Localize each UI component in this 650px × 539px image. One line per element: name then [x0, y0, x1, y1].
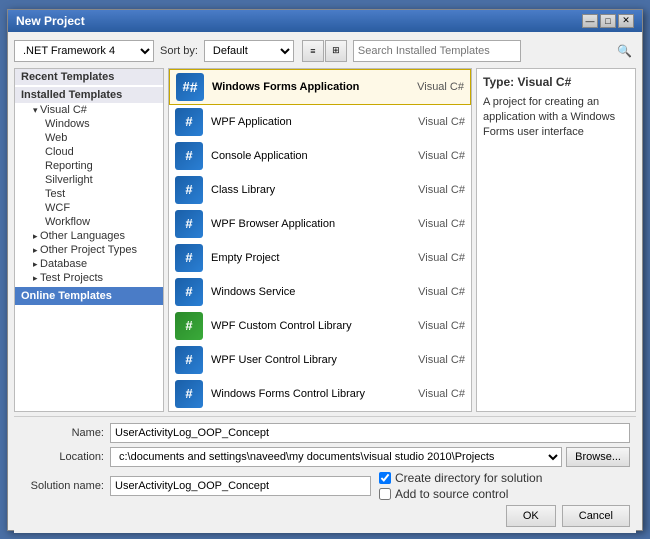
tree-visual-csharp[interactable]: Visual C#	[15, 103, 163, 117]
framework-select[interactable]: .NET Framework 4	[14, 40, 154, 62]
recent-templates-header: Recent Templates	[15, 69, 163, 85]
add-source-checkbox[interactable]	[379, 488, 391, 500]
project-lang: Visual C#	[418, 354, 465, 366]
create-dir-row: Create directory for solution	[379, 471, 630, 485]
project-lang: Visual C#	[418, 320, 465, 332]
add-source-row: Add to source control	[379, 487, 630, 501]
ok-button[interactable]: OK	[506, 505, 556, 527]
tree-silverlight[interactable]: Silverlight	[15, 173, 163, 187]
tree-cloud[interactable]: Cloud	[15, 145, 163, 159]
installed-templates-header: Installed Templates	[15, 87, 163, 103]
center-panel: # Windows Forms Application Visual C# # …	[168, 68, 472, 412]
solution-label: Solution name:	[20, 480, 110, 492]
dialog-body: .NET Framework 4 Sort by: Default ≡ ⊞ 🔍 …	[8, 32, 642, 539]
list-item[interactable]: # Console Application Visual C#	[169, 139, 471, 173]
list-item[interactable]: # WPF User Control Library Visual C#	[169, 343, 471, 377]
type-description: A project for creating an application wi…	[483, 95, 629, 141]
create-dir-label: Create directory for solution	[395, 471, 542, 485]
list-view-button[interactable]: ≡	[302, 40, 324, 62]
project-name: Windows Forms Control Library	[211, 388, 418, 400]
location-label: Location:	[20, 451, 110, 463]
checkbox-area: Create directory for solution Add to sou…	[371, 471, 630, 501]
list-item[interactable]: # Empty Project Visual C#	[169, 241, 471, 275]
project-lang: Visual C#	[418, 116, 465, 128]
top-bar: .NET Framework 4 Sort by: Default ≡ ⊞ 🔍	[14, 38, 636, 64]
close-button[interactable]: ✕	[618, 14, 634, 28]
list-item[interactable]: # Class Library Visual C#	[169, 173, 471, 207]
solution-row: Solution name: Create directory for solu…	[20, 471, 630, 501]
project-lang: Visual C#	[418, 286, 465, 298]
project-name: WPF User Control Library	[211, 354, 418, 366]
project-lang: Visual C#	[418, 388, 465, 400]
title-bar-buttons: — □ ✕	[582, 14, 634, 28]
project-name: Windows Service	[211, 286, 418, 298]
tree-web[interactable]: Web	[15, 131, 163, 145]
view-buttons: ≡ ⊞	[302, 40, 347, 62]
add-source-label: Add to source control	[395, 487, 508, 501]
maximize-button[interactable]: □	[600, 14, 616, 28]
project-name: WPF Custom Control Library	[211, 320, 418, 332]
list-item[interactable]: # WPF Browser Application Visual C#	[169, 207, 471, 241]
project-name: Windows Forms Application	[212, 81, 417, 93]
tree-test[interactable]: Test	[15, 187, 163, 201]
location-row: Location: c:\documents and settings\nave…	[20, 447, 630, 467]
minimize-button[interactable]: —	[582, 14, 598, 28]
solution-input[interactable]	[110, 476, 371, 496]
tree-test-projects[interactable]: Test Projects	[15, 271, 163, 285]
project-lang: Visual C#	[418, 150, 465, 162]
left-panel: Recent Templates Installed Templates Vis…	[14, 68, 164, 412]
project-name: Console Application	[211, 150, 418, 162]
sort-select[interactable]: Default	[204, 40, 294, 62]
create-dir-checkbox[interactable]	[379, 472, 391, 484]
button-row: OK Cancel	[20, 505, 630, 527]
project-name: Class Library	[211, 184, 418, 196]
type-label: Type: Visual C#	[483, 75, 629, 89]
name-label: Name:	[20, 427, 110, 439]
right-panel: Type: Visual C# A project for creating a…	[476, 68, 636, 412]
list-item[interactable]: # WPF Custom Control Library Visual C#	[169, 309, 471, 343]
tree-database[interactable]: Database	[15, 257, 163, 271]
project-lang: Visual C#	[418, 184, 465, 196]
title-bar: New Project — □ ✕	[8, 10, 642, 32]
location-input-group: c:\documents and settings\naveed\my docu…	[110, 447, 630, 467]
new-project-dialog: New Project — □ ✕ .NET Framework 4 Sort …	[7, 9, 643, 531]
list-item[interactable]: # Windows Service Visual C#	[169, 275, 471, 309]
location-select[interactable]: c:\documents and settings\naveed\my docu…	[110, 447, 562, 467]
tile-view-button[interactable]: ⊞	[325, 40, 347, 62]
list-item[interactable]: # Windows Forms Application Visual C#	[169, 69, 471, 105]
project-name: Empty Project	[211, 252, 418, 264]
project-name: WPF Application	[211, 116, 418, 128]
list-item[interactable]: # Windows Forms Control Library Visual C…	[169, 377, 471, 411]
project-lang: Visual C#	[417, 81, 464, 93]
cancel-button[interactable]: Cancel	[562, 505, 630, 527]
search-icon: 🔍	[617, 44, 632, 58]
tree-wcf[interactable]: WCF	[15, 201, 163, 215]
bottom-area: Name: Location: c:\documents and setting…	[14, 416, 636, 533]
project-lang: Visual C#	[418, 218, 465, 230]
tree-windows[interactable]: Windows	[15, 117, 163, 131]
tree-other-project-types[interactable]: Other Project Types	[15, 243, 163, 257]
sort-label: Sort by:	[160, 45, 198, 57]
name-row: Name:	[20, 423, 630, 443]
dialog-title: New Project	[16, 14, 85, 28]
main-area: Recent Templates Installed Templates Vis…	[14, 68, 636, 412]
tree-other-languages[interactable]: Other Languages	[15, 229, 163, 243]
project-lang: Visual C#	[418, 252, 465, 264]
online-templates-header: Online Templates	[15, 287, 163, 305]
browse-button[interactable]: Browse...	[566, 447, 630, 467]
tree-workflow[interactable]: Workflow	[15, 215, 163, 229]
project-name: WPF Browser Application	[211, 218, 418, 230]
name-input[interactable]	[110, 423, 630, 443]
list-item[interactable]: # WPF Application Visual C#	[169, 105, 471, 139]
tree-reporting[interactable]: Reporting	[15, 159, 163, 173]
search-input[interactable]	[353, 40, 521, 62]
search-container: 🔍	[353, 40, 636, 62]
